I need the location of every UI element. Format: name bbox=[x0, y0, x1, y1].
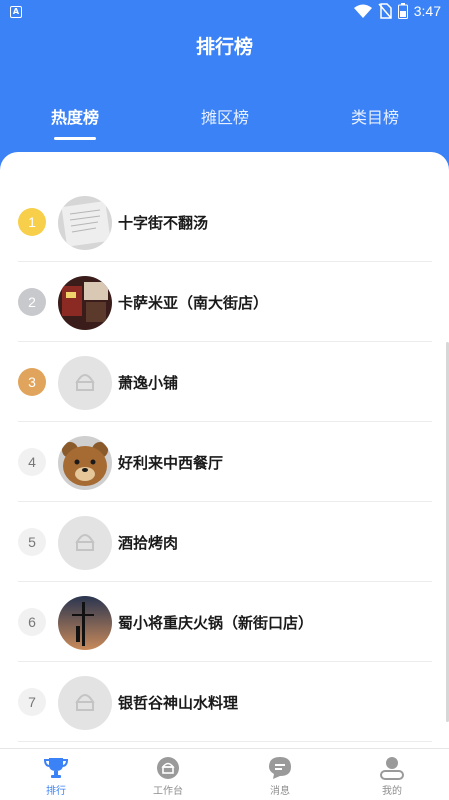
tab-category[interactable]: 类目榜 bbox=[320, 104, 430, 128]
rank-badge: 5 bbox=[18, 528, 46, 556]
status-bar: A 3:47 bbox=[0, 0, 449, 24]
store-avatar bbox=[58, 436, 112, 490]
active-tab-indicator bbox=[54, 137, 96, 140]
store-placeholder-logo bbox=[58, 356, 112, 410]
store-name: 十字街不翻汤 bbox=[118, 214, 209, 232]
bottom-navigation: 排行 工作台 消息 我的 bbox=[0, 748, 449, 800]
status-time: 3:47 bbox=[413, 3, 441, 19]
list-item[interactable]: 6 蜀小将重庆火锅（新街口店） bbox=[18, 582, 432, 662]
wifi-icon bbox=[353, 4, 372, 18]
header-background: A 3:47 排行榜 热度榜 摊区榜 类目榜 bbox=[0, 0, 449, 175]
list-item[interactable]: 7 银哲谷神山水料理 bbox=[18, 662, 432, 742]
tab-stall-area[interactable]: 摊区榜 bbox=[170, 104, 280, 128]
nav-profile[interactable]: 我的 bbox=[336, 749, 448, 800]
store-name: 卡萨米亚（南大街店） bbox=[118, 294, 269, 312]
workbench-icon bbox=[157, 757, 179, 779]
nav-ranking[interactable]: 排行 bbox=[0, 749, 112, 800]
store-placeholder-logo bbox=[58, 516, 112, 570]
profile-icon bbox=[380, 757, 404, 780]
rank-badge: 3 bbox=[18, 368, 46, 396]
tab-popularity[interactable]: 热度榜 bbox=[20, 104, 130, 128]
store-placeholder-logo bbox=[58, 676, 112, 730]
no-sim-icon bbox=[378, 3, 392, 19]
page-title: 排行榜 bbox=[195, 36, 253, 58]
ranking-tabs: 热度榜 摊区榜 类目榜 bbox=[0, 104, 449, 144]
store-name: 好利来中西餐厅 bbox=[118, 454, 224, 472]
nav-label: 消息 bbox=[270, 786, 290, 797]
rank-badge: 4 bbox=[18, 448, 46, 476]
store-avatar bbox=[58, 276, 112, 330]
store-name: 蜀小将重庆火锅（新街口店） bbox=[118, 614, 314, 632]
list-item[interactable]: 2 卡萨米亚（南大街店） bbox=[18, 262, 432, 342]
store-name: 银哲谷神山水料理 bbox=[118, 694, 239, 712]
rank-badge: 7 bbox=[18, 688, 46, 716]
ranking-list: 1 十字街不翻汤 2 卡萨米亚（南大街店） 3 萧逸小铺 4 好利来中西餐厅 5 bbox=[0, 152, 449, 748]
rank-badge: 6 bbox=[18, 608, 46, 636]
message-icon bbox=[269, 757, 291, 779]
nav-messages[interactable]: 消息 bbox=[224, 749, 336, 800]
list-item[interactable]: 5 酒拾烤肉 bbox=[18, 502, 432, 582]
store-avatar bbox=[58, 596, 112, 650]
list-item[interactable]: 4 好利来中西餐厅 bbox=[18, 422, 432, 502]
app-notification-icon: A bbox=[10, 6, 22, 18]
store-name: 萧逸小铺 bbox=[118, 374, 179, 392]
rank-badge: 1 bbox=[18, 208, 46, 236]
nav-label: 我的 bbox=[382, 786, 402, 797]
rank-badge: 2 bbox=[18, 288, 46, 316]
nav-label: 排行 bbox=[46, 786, 66, 797]
trophy-icon bbox=[44, 758, 68, 778]
nav-label: 工作台 bbox=[153, 786, 183, 797]
store-avatar bbox=[58, 196, 112, 250]
list-item[interactable]: 3 萧逸小铺 bbox=[18, 342, 432, 422]
battery-icon bbox=[397, 3, 408, 19]
store-name: 酒拾烤肉 bbox=[118, 534, 179, 552]
list-item[interactable]: 1 十字街不翻汤 bbox=[18, 182, 432, 262]
nav-workbench[interactable]: 工作台 bbox=[112, 749, 224, 800]
